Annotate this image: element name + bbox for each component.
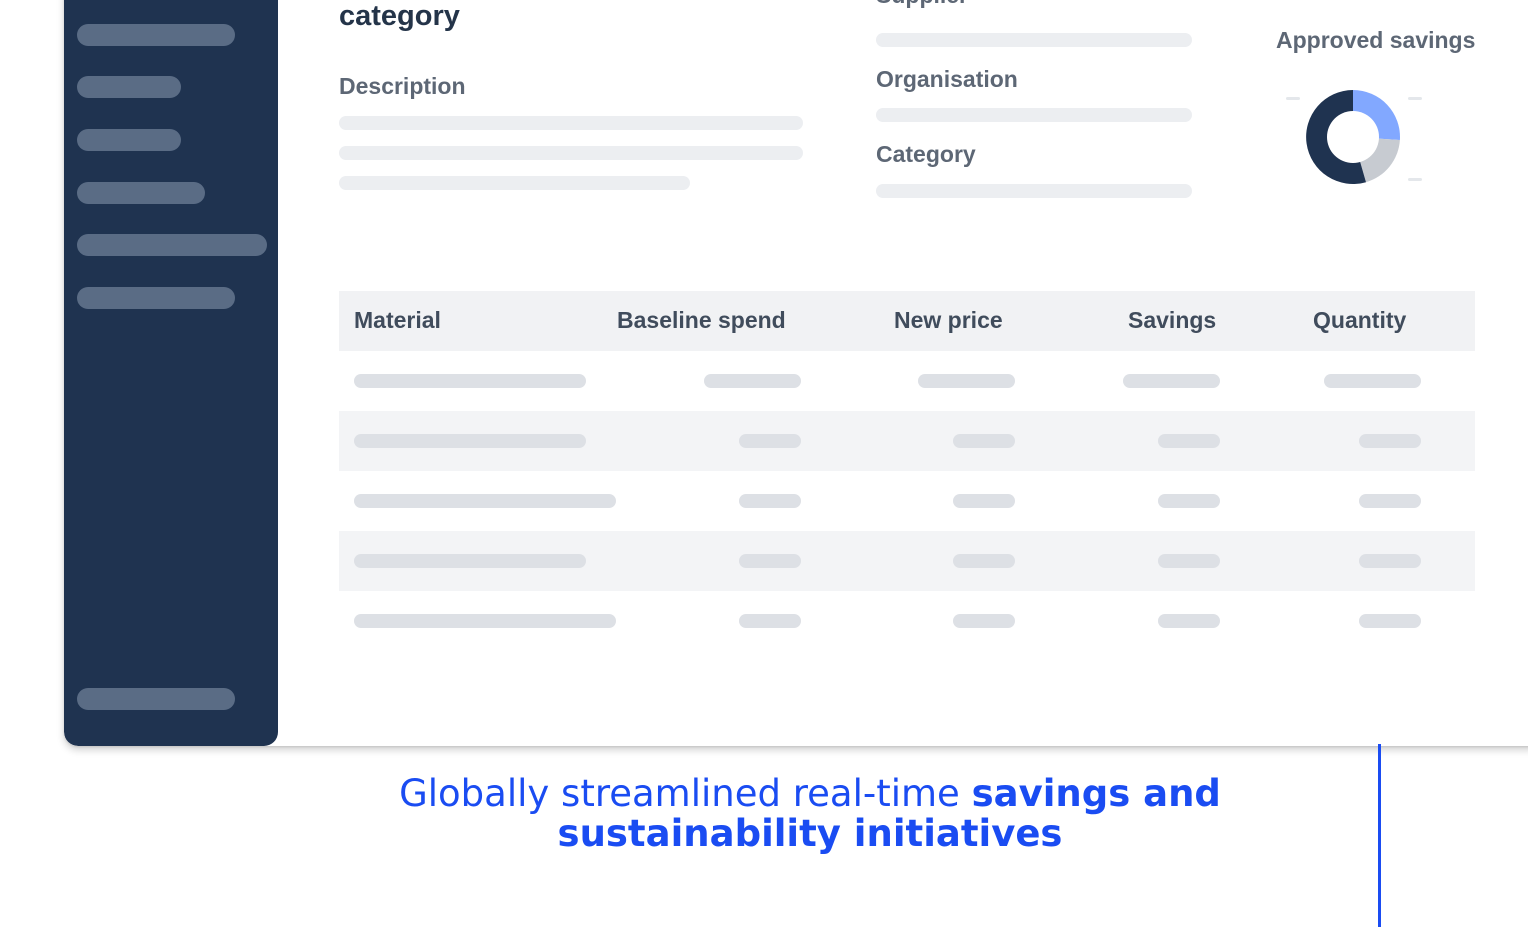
approved-savings-title: Approved savings bbox=[1276, 27, 1476, 53]
category-label: Category bbox=[876, 141, 976, 167]
sidebar-item[interactable] bbox=[77, 234, 267, 256]
page-title: category bbox=[339, 0, 460, 32]
column-savings[interactable]: Savings bbox=[1128, 307, 1216, 334]
column-new-price[interactable]: New price bbox=[894, 307, 1003, 334]
supplier-value bbox=[876, 33, 1192, 47]
column-baseline-spend[interactable]: Baseline spend bbox=[617, 307, 786, 334]
sidebar bbox=[64, 0, 278, 746]
tagline-prefix: Globally streamlined real-time bbox=[399, 772, 972, 815]
sidebar-item[interactable] bbox=[77, 24, 235, 46]
organisation-value bbox=[876, 108, 1192, 122]
sidebar-item[interactable] bbox=[77, 76, 181, 98]
sidebar-item[interactable] bbox=[77, 129, 181, 151]
description-line bbox=[339, 116, 803, 130]
tagline: Globally streamlined real-time savings a… bbox=[320, 774, 1300, 854]
sidebar-item[interactable] bbox=[77, 182, 205, 204]
column-material[interactable]: Material bbox=[354, 307, 441, 334]
sidebar-item[interactable] bbox=[77, 287, 235, 309]
description-label: Description bbox=[339, 73, 466, 99]
description-line bbox=[339, 146, 803, 160]
accent-line bbox=[1378, 744, 1381, 927]
approved-savings-donut bbox=[1306, 90, 1400, 184]
organisation-label: Organisation bbox=[876, 66, 1018, 92]
category-value bbox=[876, 184, 1192, 198]
column-quantity[interactable]: Quantity bbox=[1313, 307, 1406, 334]
sidebar-item-bottom[interactable] bbox=[77, 688, 235, 710]
supplier-label: Supplier bbox=[876, 0, 968, 9]
app-window: category Description Supplier Organisati… bbox=[64, 0, 1528, 746]
table-header: Material Baseline spend New price Saving… bbox=[339, 291, 1475, 351]
description-line bbox=[339, 176, 690, 190]
